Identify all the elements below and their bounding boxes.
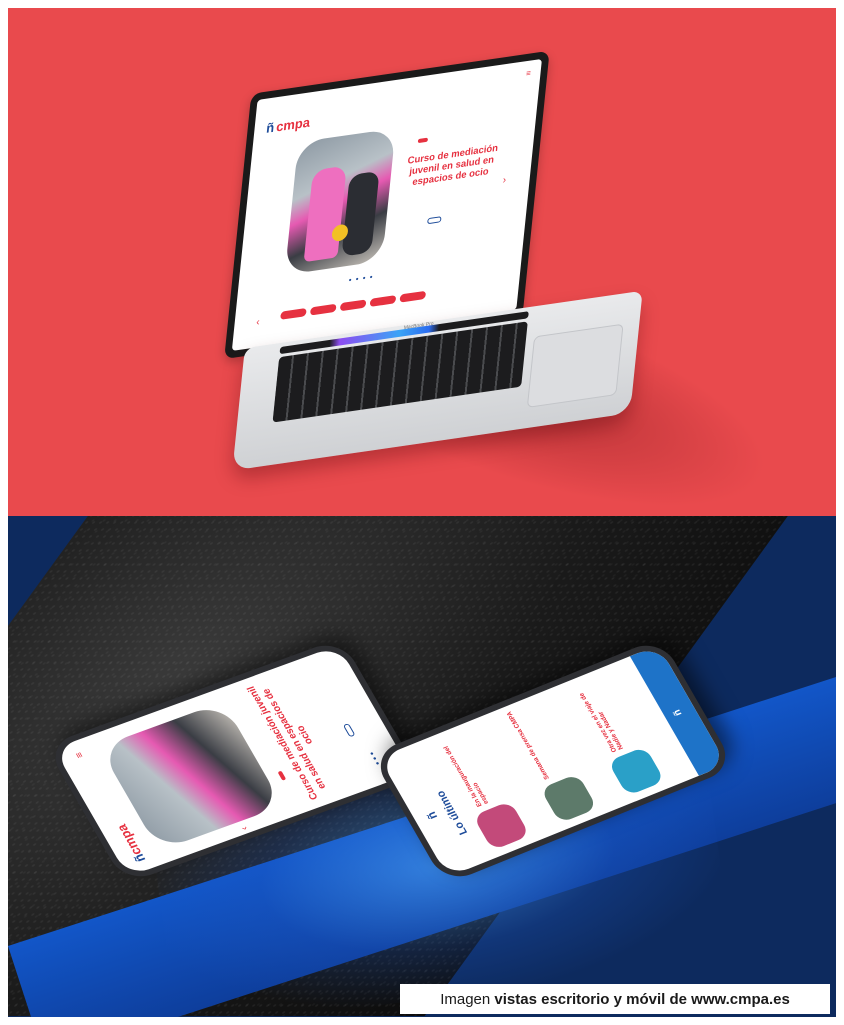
carousel-dots: • • • • [348,272,375,285]
hero-button [342,723,356,738]
hero-tag [417,137,429,144]
caption-prefix: Imagen [440,990,491,1008]
hero-button [427,216,442,225]
menu-icon: ≡ [525,68,532,79]
caption-bold: vistas escritorio y móvil de www.cmpa.es [494,990,790,1008]
cmpa-logo-mark: ñ [265,119,276,136]
pink-costume-figure [303,165,347,263]
news-thumbnail [472,800,531,851]
hero-title: Curso de mediación juvenil en salud en e… [407,142,499,189]
menu-icon: ≡ [73,750,87,760]
category-pills [280,290,427,320]
phone-mockup-panel: ñcmpa ≡ Curso de mediación juvenil en sa… [8,516,836,1017]
laptop-screen: ñcmpa ≡ Curso de mediación juvenil en sa… [231,58,542,351]
logo-text: cmpa [113,822,145,858]
logo-text: cmpa [275,114,311,135]
category-pill [369,295,397,307]
cmpa-logo-mark: ñ [671,707,685,718]
trackpad [526,323,624,408]
category-pill [280,307,307,320]
chevron-right-icon: › [502,174,507,187]
site-logo: ñcmpa [113,822,148,864]
news-excerpt [523,699,565,772]
category-pill [399,290,427,303]
hero-tag [277,770,287,781]
laptop: ñcmpa ≡ Curso de mediación juvenil en sa… [172,8,713,487]
chevron-left-icon: ‹ [238,824,251,832]
image-caption: Imagen vistas escritorio y móvil de www.… [400,984,830,1014]
laptop-mockup-panel: ñcmpa ≡ Curso de mediación juvenil en sa… [8,8,836,516]
category-pill [339,299,367,312]
cmpa-logo-mark: ñ [423,809,441,822]
category-pill [309,303,337,316]
chevron-left-icon: ‹ [255,316,261,329]
hero-photo [284,128,396,275]
site-logo: ñcmpa [266,114,311,136]
person-figure [341,170,380,257]
